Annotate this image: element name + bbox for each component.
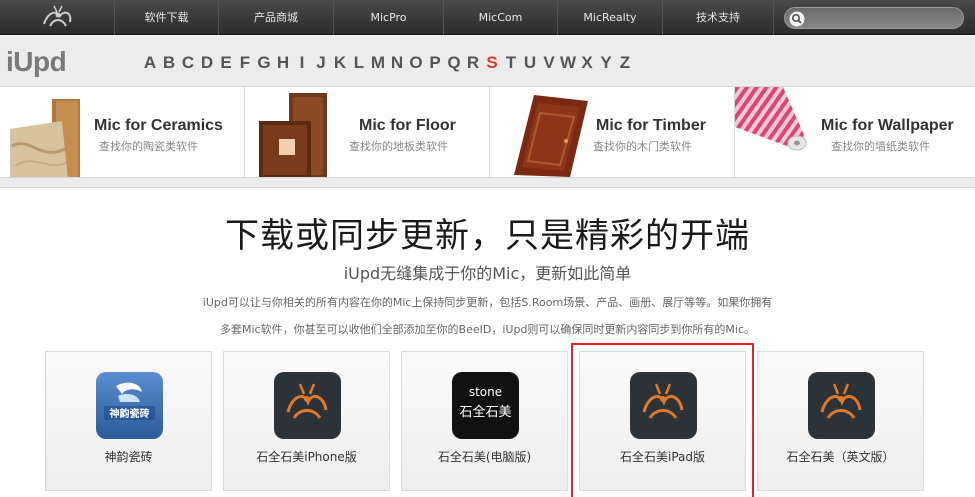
app-card-ipad[interactable]: 石全石美iPad版 [571,343,754,497]
category-wallpaper[interactable]: Mic for Wallpaper 查找你的墙纸类软件 [735,87,975,177]
page-title: iUpd [6,46,67,77]
bee-logo-icon[interactable] [36,4,78,31]
letter-p[interactable]: P [427,53,443,73]
letter-k[interactable]: K [332,53,348,73]
app-card-desktop[interactable]: stone 石全石美 石全石美(电脑版) [401,351,568,491]
app-name: 石全石美iPhone版 [256,450,357,464]
ceramics-thumbnail [10,99,80,177]
category-subtitle: 查找你的墙纸类软件 [831,140,930,153]
category-ceramics[interactable]: Mic for Ceramics 查找你的陶瓷类软件 [0,87,245,177]
category-title: Mic for Timber [596,117,706,134]
bee-icon [274,372,341,439]
svg-text:神韵瓷砖: 神韵瓷砖 [110,407,150,420]
letter-r[interactable]: R [465,53,481,73]
category-subtitle: 查找你的木门类软件 [593,140,692,153]
letter-y[interactable]: Y [598,53,614,73]
alphabet-filter: ABCDEFGHIJKLMNOPQRSTUVWXYZ [142,53,633,73]
category-timber[interactable]: Mic for Timber 查找你的木门类软件 [490,87,735,177]
letter-q[interactable]: Q [446,53,462,73]
letter-e[interactable]: E [218,53,234,73]
stone-logo-text: 石全石美 [459,404,511,420]
letter-j[interactable]: J [313,53,329,73]
category-title: Mic for Ceramics [94,117,223,134]
app-card-shenyun[interactable]: 神韵瓷砖 神韵瓷砖 [45,351,212,491]
letter-s[interactable]: S [484,53,500,73]
main-panel: 下载或同步更新，只是精彩的开端 iUpd无缝集成于你的Mic，更新如此简单 iU… [0,187,975,497]
stone-logo-top-text: stone [469,385,502,399]
subheadline: iUpd无缝集成于你的Mic，更新如此简单 [343,264,632,283]
letter-b[interactable]: B [161,53,177,73]
letter-n[interactable]: N [389,53,405,73]
stone-logo-icon: stone 石全石美 [452,372,519,439]
category-title: Mic for Wallpaper [821,117,954,134]
letter-u[interactable]: U [522,53,538,73]
top-nav-bar: 软件下载 产品商城 MicPro MicCom MicRealty 技术支持 [0,0,975,35]
letter-z[interactable]: Z [617,53,633,73]
letter-l[interactable]: L [351,53,367,73]
description: iUpd可以让与你相关的所有内容在你的Mic上保持同步更新，包括S.Room场景… [0,289,975,343]
app-name: 石全石美（英文版） [786,450,895,464]
shenyun-tile-icon: 神韵瓷砖 [96,372,163,439]
letter-g[interactable]: G [256,53,272,73]
bee-icon [630,372,697,439]
letter-d[interactable]: D [199,53,215,73]
wallpaper-roll-thumbnail [735,87,807,151]
headline: 下载或同步更新，只是精彩的开端 [225,216,750,256]
letter-m[interactable]: M [370,53,386,73]
category-subtitle: 查找你的地板类软件 [349,140,448,153]
app-card-english[interactable]: 石全石美（英文版） [757,351,924,491]
category-title: Mic for Floor [359,117,456,134]
app-card-iphone[interactable]: 石全石美iPhone版 [223,351,390,491]
letter-x[interactable]: X [579,53,595,73]
search-icon[interactable] [789,11,805,27]
category-subtitle: 查找你的陶瓷类软件 [99,140,198,153]
nav-tech-support[interactable]: 技术支持 [662,0,774,35]
letter-o[interactable]: O [408,53,424,73]
nav-product-mall[interactable]: 产品商城 [218,0,333,35]
floor-thumbnail [259,93,327,177]
letter-t[interactable]: T [503,53,519,73]
nav-micpro[interactable]: MicPro [333,0,443,35]
category-strip: Mic for Ceramics 查找你的陶瓷类软件 Mic for Floor… [0,86,975,178]
nav-software-download[interactable]: 软件下载 [114,0,218,35]
letter-w[interactable]: W [560,53,576,73]
nav-micrealty[interactable]: MicRealty [557,0,662,35]
description-line-1: iUpd可以让与你相关的所有内容在你的Mic上保持同步更新，包括S.Room场景… [202,296,773,309]
bee-icon [808,372,875,439]
letter-c[interactable]: C [180,53,196,73]
search-box[interactable] [784,7,964,29]
letter-f[interactable]: F [237,53,253,73]
app-name: 神韵瓷砖 [104,450,153,464]
timber-door-thumbnail [514,95,588,177]
search-input[interactable] [809,10,957,26]
app-name: 石全石美(电脑版) [437,450,532,464]
app-name: 石全石美iPad版 [619,450,705,464]
letter-h[interactable]: H [275,53,291,73]
description-line-2: 多套Mic软件，你甚至可以收他们全部添加至你的BeeID，iUpd则可以确保同时… [219,323,756,336]
letter-i[interactable]: I [294,53,310,73]
letter-a[interactable]: A [142,53,158,73]
letter-v[interactable]: V [541,53,557,73]
nav-miccom[interactable]: MicCom [443,0,557,35]
category-floor[interactable]: Mic for Floor 查找你的地板类软件 [245,87,490,177]
